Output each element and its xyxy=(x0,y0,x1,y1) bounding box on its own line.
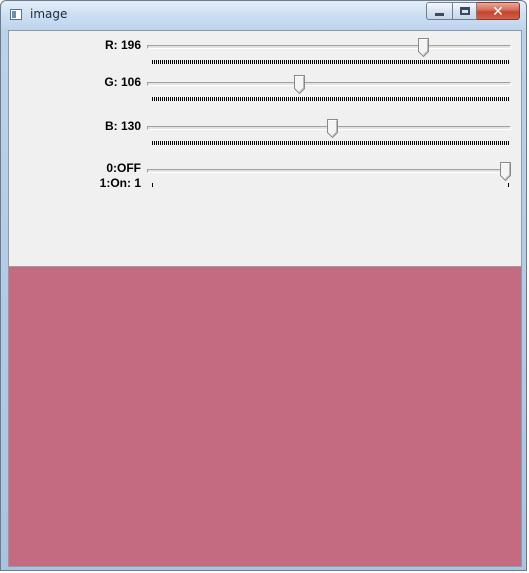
app-icon[interactable] xyxy=(10,9,22,20)
trackbar-switch: 0:OFF 1:On: 1 xyxy=(9,159,521,199)
title-bar[interactable]: image ✕ xyxy=(1,1,526,29)
trackbar-tick-end-switch xyxy=(508,183,509,187)
trackbar-label-r: R: 196 xyxy=(104,38,141,52)
minimize-button[interactable] xyxy=(426,2,452,20)
trackbar-ticks-g xyxy=(152,97,509,101)
close-button[interactable]: ✕ xyxy=(477,2,520,20)
trackbar-thumb-g[interactable] xyxy=(293,75,305,94)
trackbar-track-g[interactable] xyxy=(147,82,511,86)
trackbar-ticks-r xyxy=(152,60,509,64)
client-area: R: 196 G: 106 B: 130 0:OFF 1:On: 1 xyxy=(8,30,522,567)
trackbar-thumb-b[interactable] xyxy=(326,119,338,138)
trackbar-r: R: 196 xyxy=(9,37,521,77)
trackbar-ticks-b xyxy=(152,141,509,145)
trackbar-label-switch-line1: 0:OFF xyxy=(106,161,141,175)
trackbar-track-r[interactable] xyxy=(147,45,511,49)
trackbar-label-switch-line2: 1:On: 1 xyxy=(99,176,141,190)
app-window: image ✕ R: 196 G: 106 B: 130 0:OFF 1:On:… xyxy=(0,0,527,571)
trackbar-b: B: 130 xyxy=(9,117,521,157)
trackbar-thumb-r[interactable] xyxy=(418,38,430,57)
trackbar-tick-start-switch xyxy=(152,183,153,187)
trackbar-g: G: 106 xyxy=(9,72,521,112)
maximize-icon xyxy=(460,7,470,15)
minimize-icon xyxy=(435,13,444,16)
trackbar-label-g: G: 106 xyxy=(104,75,141,89)
trackbar-thumb-switch[interactable] xyxy=(500,162,511,181)
maximize-button[interactable] xyxy=(452,2,477,20)
trackbar-track-switch[interactable] xyxy=(147,169,511,173)
close-icon: ✕ xyxy=(492,3,504,19)
trackbar-label-b: B: 130 xyxy=(104,119,141,133)
window-controls: ✕ xyxy=(426,2,520,21)
image-display xyxy=(9,266,521,566)
window-title: image xyxy=(30,7,68,21)
